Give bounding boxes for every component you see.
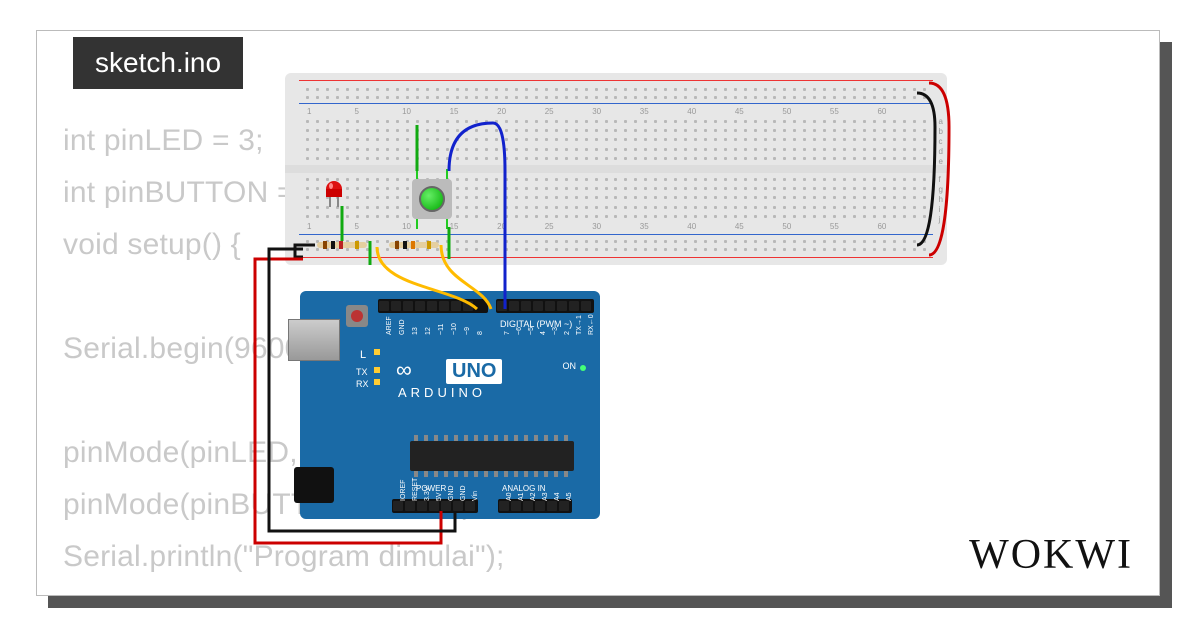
l-led-label: L bbox=[360, 349, 366, 361]
arduino-logo-icon: ∞ bbox=[396, 357, 412, 383]
wokwi-logo: WOKWI bbox=[969, 531, 1133, 579]
power-pins[interactable] bbox=[392, 499, 478, 513]
digital-label: DIGITAL (PWM ~) bbox=[500, 319, 572, 329]
digital-pins-right[interactable] bbox=[496, 299, 594, 313]
arduino-brand: ARDUINO bbox=[398, 385, 486, 400]
on-led-icon bbox=[580, 365, 586, 371]
power-rail-top-pos bbox=[299, 80, 933, 81]
tx-led-label: TX bbox=[356, 367, 368, 377]
power-jack-icon bbox=[294, 467, 334, 503]
digital-pins-left[interactable] bbox=[378, 299, 488, 313]
bb-holes-rail-top bbox=[303, 85, 929, 101]
resistor-2[interactable] bbox=[389, 242, 439, 248]
bb-col-numbers-bot: 151015202530354045505560 bbox=[307, 222, 925, 231]
power-rail-top-neg bbox=[299, 103, 933, 104]
file-tab[interactable]: sketch.ino bbox=[73, 37, 243, 89]
bb-row-labels-top: abcde bbox=[939, 117, 943, 167]
red-led[interactable] bbox=[324, 181, 344, 201]
button-cap-icon bbox=[419, 186, 445, 212]
rx-led-icon bbox=[374, 379, 380, 385]
rx-led-label: RX bbox=[356, 379, 369, 389]
atmega-chip-icon bbox=[410, 441, 574, 471]
on-led-label: ON bbox=[563, 361, 577, 371]
resistor-1[interactable] bbox=[317, 242, 367, 248]
card: sketch.ino int pinLED = 3; int pinBUTTON… bbox=[36, 30, 1160, 596]
push-button[interactable] bbox=[412, 179, 452, 219]
power-rail-bot-neg bbox=[299, 234, 933, 235]
bb-holes-bot bbox=[303, 175, 929, 221]
l-led-icon bbox=[374, 349, 380, 355]
board-name: UNO bbox=[446, 359, 502, 384]
arduino-uno[interactable]: DIGITAL (PWM ~) L TX RX ∞ UNO ARDUINO ON… bbox=[300, 291, 600, 519]
tx-led-icon bbox=[374, 367, 380, 373]
bb-center-gap bbox=[285, 165, 947, 173]
power-rail-bot-pos bbox=[299, 257, 933, 258]
breadboard[interactable]: 151015202530354045505560 151015202530354… bbox=[285, 73, 947, 265]
bb-col-numbers-top: 151015202530354045505560 bbox=[307, 107, 925, 116]
reset-button[interactable] bbox=[346, 305, 368, 327]
bb-holes-top bbox=[303, 117, 929, 163]
usb-port-icon bbox=[288, 319, 340, 361]
analog-pins[interactable] bbox=[498, 499, 572, 513]
bb-row-labels-bot: fghij bbox=[939, 175, 943, 225]
